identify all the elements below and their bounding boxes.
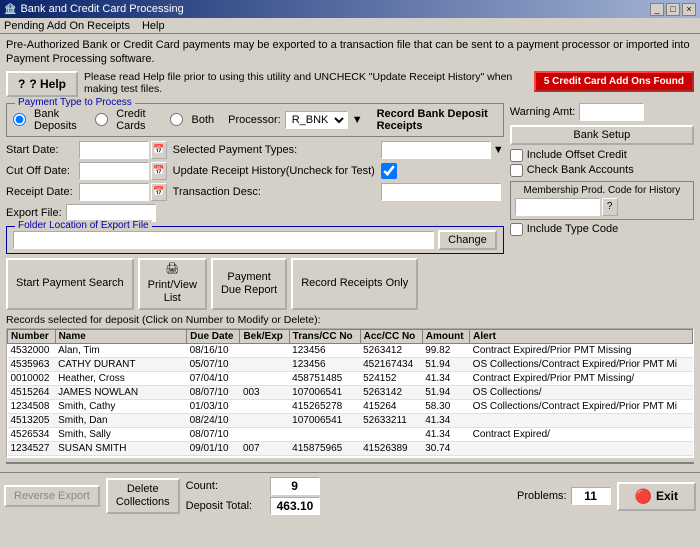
record-bank-label: Record Bank Deposit Receipts bbox=[377, 108, 497, 132]
selected-payment-label: Selected Payment Types: bbox=[173, 144, 375, 156]
delete-collections-button[interactable]: DeleteCollections bbox=[106, 478, 180, 514]
records-table: Number Name Due Date Bek/Exp Trans/CC No… bbox=[6, 328, 694, 458]
alert-button[interactable]: 5 Credit Card Add Ons Found bbox=[534, 71, 694, 92]
deposit-label: Deposit Total: bbox=[186, 500, 266, 512]
deposit-value: 463.10 bbox=[270, 497, 321, 515]
help-button[interactable]: ? ? Help bbox=[6, 71, 78, 97]
start-date-label: Start Date: bbox=[6, 144, 73, 156]
check-bank-label: Check Bank Accounts bbox=[527, 164, 634, 176]
table-row[interactable]: 0001076Welman-Nickerson, Susan02/06/1041… bbox=[8, 456, 693, 459]
receipt-date-input[interactable]: Sep 02/10 bbox=[79, 183, 149, 201]
dropdown-icon: ▼ bbox=[352, 114, 363, 126]
table-row[interactable]: 4535963CATHY DURANT05/07/101234564521674… bbox=[8, 358, 693, 372]
close-btn[interactable]: × bbox=[682, 3, 696, 16]
folder-input[interactable]: C:\HEALTH\BANK bbox=[13, 231, 434, 249]
radio-bank-deposits[interactable] bbox=[13, 113, 26, 126]
window-title: Bank and Credit Card Processing bbox=[20, 3, 183, 15]
record-receipts-button[interactable]: Record Receipts Only bbox=[291, 258, 418, 311]
label-credit-cards: Credit Cards bbox=[116, 108, 162, 132]
reverse-export-label: Reverse Export bbox=[14, 490, 90, 502]
processor-select[interactable]: R_BNK bbox=[285, 111, 348, 129]
start-date-input[interactable] bbox=[79, 141, 149, 159]
membership-title: Membership Prod. Code for History bbox=[515, 185, 689, 196]
export-file-label: Export File: bbox=[6, 207, 62, 219]
info-text: Pre-Authorized Bank or Credit Card payme… bbox=[6, 38, 694, 67]
processor-label: Processor: bbox=[228, 114, 281, 126]
include-offset-label: Include Offset Credit bbox=[527, 149, 627, 161]
dropdown-arrow-icon: ▼ bbox=[493, 144, 504, 156]
table-row[interactable]: 1234527SUSAN SMITH09/01/1000741587596541… bbox=[8, 442, 693, 456]
records-label: Records selected for deposit (Click on N… bbox=[6, 314, 694, 326]
table-row[interactable]: 1234508Smith, Cathy01/03/104152652784152… bbox=[8, 400, 693, 414]
transaction-desc-label: Transaction Desc: bbox=[173, 186, 375, 198]
exit-icon: 🔴 bbox=[635, 488, 652, 505]
count-section: Count: 9 Deposit Total: 463.10 bbox=[186, 477, 321, 515]
membership-input[interactable]: MONTHLY bbox=[515, 198, 600, 216]
col-due-date: Due Date bbox=[187, 330, 240, 344]
payment-type-label: Payment Type to Process bbox=[15, 97, 135, 108]
label-both: Both bbox=[191, 114, 214, 126]
col-trans: Trans/CC No bbox=[289, 330, 360, 344]
problems-section: Problems: 11 bbox=[517, 487, 611, 505]
col-number: Number bbox=[8, 330, 56, 344]
receipt-date-label: Receipt Date: bbox=[6, 186, 73, 198]
help-text: Please read Help file prior to using thi… bbox=[84, 71, 528, 95]
col-amount: Amount bbox=[422, 330, 469, 344]
bank-setup-button[interactable]: Bank Setup bbox=[510, 125, 694, 145]
change-button[interactable]: Change bbox=[438, 230, 497, 250]
table-row[interactable]: 4526534Smith, Sally08/07/1041.34Contract… bbox=[8, 428, 693, 442]
check-bank-checkbox[interactable] bbox=[510, 164, 523, 177]
exit-button[interactable]: 🔴 Exit bbox=[617, 482, 696, 511]
count-label: Count: bbox=[186, 480, 266, 492]
table-row[interactable]: 4515264JAMES NOWLAN08/07/100031070065415… bbox=[8, 386, 693, 400]
minimize-btn[interactable]: _ bbox=[650, 3, 664, 16]
print-icon: 🖨 bbox=[165, 263, 179, 276]
maximize-btn[interactable]: □ bbox=[666, 3, 680, 16]
include-type-label: Include Type Code bbox=[527, 223, 619, 235]
include-offset-checkbox[interactable] bbox=[510, 149, 523, 162]
cutoff-date-input[interactable]: Sep 02/10 bbox=[79, 162, 149, 180]
col-acc: Acc/CC No bbox=[360, 330, 422, 344]
membership-question-btn[interactable]: ? bbox=[602, 198, 618, 216]
cutoff-date-label: Cut Off Date: bbox=[6, 165, 73, 177]
update-receipt-checkbox[interactable] bbox=[381, 163, 397, 179]
help-label: ? Help bbox=[29, 77, 66, 91]
print-view-button[interactable]: 🖨 Print/ViewList bbox=[138, 258, 207, 311]
include-type-checkbox[interactable] bbox=[510, 223, 523, 236]
start-payment-button[interactable]: Start Payment Search bbox=[6, 258, 134, 311]
reverse-export-button[interactable]: Reverse Export bbox=[4, 485, 100, 507]
problems-label: Problems: bbox=[517, 490, 567, 502]
warning-amt-input[interactable]: 100.00 bbox=[579, 103, 644, 121]
receipt-cal-btn[interactable]: 📅 bbox=[151, 183, 167, 201]
payment-due-button[interactable]: PaymentDue Report bbox=[211, 258, 287, 311]
menu-pending[interactable]: Pending Add On Receipts bbox=[4, 20, 130, 32]
menu-help[interactable]: Help bbox=[142, 20, 165, 32]
radio-credit-cards[interactable] bbox=[95, 113, 108, 126]
selected-payment-input[interactable] bbox=[381, 141, 491, 159]
table-row[interactable]: 4513205Smith, Dan08/24/10107006541526332… bbox=[8, 414, 693, 428]
col-bek-exp: Bek/Exp bbox=[240, 330, 289, 344]
col-alert: Alert bbox=[470, 330, 693, 344]
question-icon: ? bbox=[18, 77, 25, 91]
payment-due-label: PaymentDue Report bbox=[221, 271, 277, 297]
exit-label: Exit bbox=[656, 489, 678, 503]
cutoff-cal-btn[interactable]: 📅 bbox=[151, 162, 167, 180]
table-row[interactable]: 4532000Alan, Tim08/16/10123456526341299.… bbox=[8, 344, 693, 358]
problems-value: 11 bbox=[571, 487, 611, 505]
start-date-cal-btn[interactable]: 📅 bbox=[151, 141, 167, 159]
radio-both[interactable] bbox=[170, 113, 183, 126]
warning-amt-label: Warning Amt: bbox=[510, 106, 576, 118]
update-receipt-label: Update Receipt History(Uncheck for Test) bbox=[173, 165, 375, 177]
label-bank-deposits: Bank Deposits bbox=[34, 108, 87, 132]
delete-collections-label: DeleteCollections bbox=[116, 483, 170, 508]
folder-section-label: Folder Location of Export File bbox=[15, 220, 152, 231]
transaction-desc-input[interactable]: MEMBER FEES bbox=[381, 183, 501, 201]
print-view-label: Print/ViewList bbox=[148, 279, 197, 305]
col-name: Name bbox=[55, 330, 187, 344]
table-row[interactable]: 0010002Heather, Cross07/04/1045875148552… bbox=[8, 372, 693, 386]
count-value: 9 bbox=[270, 477, 320, 495]
